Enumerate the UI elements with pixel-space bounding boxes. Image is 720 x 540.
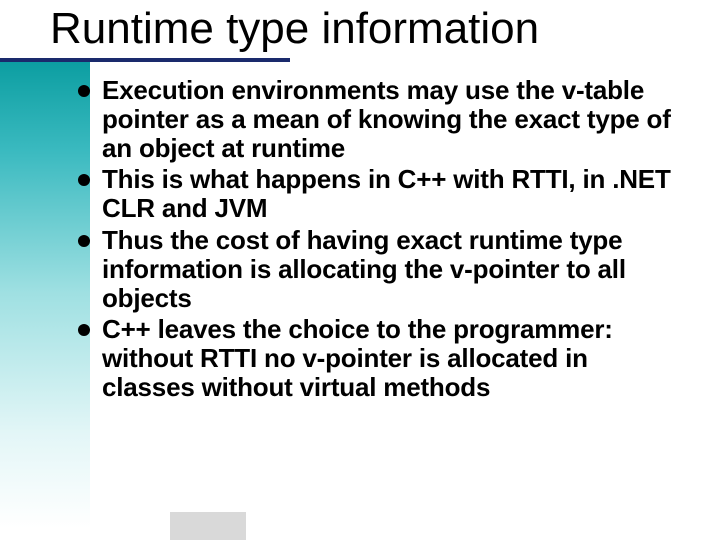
bullet-text: C++ leaves the choice to the programmer:… — [102, 314, 613, 402]
slide-title: Runtime type information — [50, 4, 720, 54]
footer-notch — [170, 512, 246, 540]
bullet-text: This is what happens in C++ with RTTI, i… — [102, 164, 671, 223]
list-item: C++ leaves the choice to the programmer:… — [78, 315, 684, 402]
bullet-list: Execution environments may use the v-tab… — [78, 76, 684, 402]
bullet-text: Execution environments may use the v-tab… — [102, 75, 671, 163]
bullet-text: Thus the cost of having exact runtime ty… — [102, 225, 626, 313]
content-area: Execution environments may use the v-tab… — [0, 54, 720, 402]
list-item: Execution environments may use the v-tab… — [78, 76, 684, 163]
list-item: Thus the cost of having exact runtime ty… — [78, 226, 684, 313]
list-item: This is what happens in C++ with RTTI, i… — [78, 165, 684, 223]
title-underline — [0, 58, 290, 62]
title-area: Runtime type information — [0, 0, 720, 54]
